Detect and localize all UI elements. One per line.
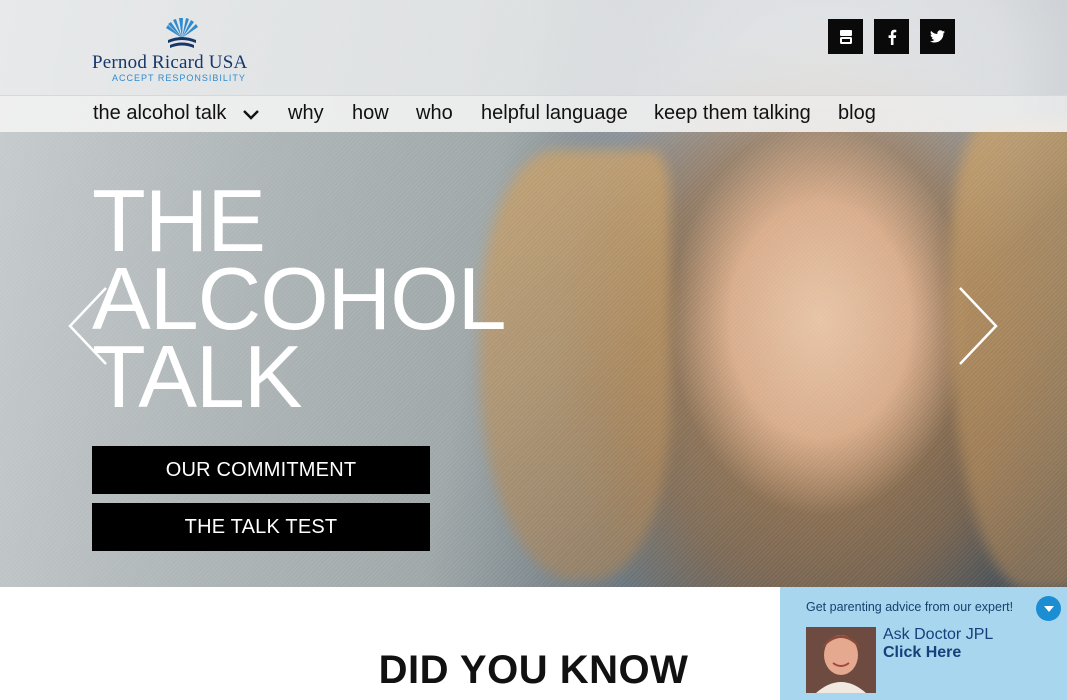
ask-expert-widget[interactable]: Get parenting advice from our expert! As… [780, 587, 1067, 700]
hero-title-line: TALK [92, 327, 303, 426]
logo-tagline: ACCEPT RESPONSIBILITY [112, 73, 246, 83]
expert-toggle-button[interactable] [1036, 596, 1061, 621]
nav-item-keep-them-talking[interactable]: keep them talking [654, 102, 811, 125]
youtube-icon [839, 29, 852, 44]
hero-photo-hair-left [480, 150, 670, 580]
twitter-icon [930, 30, 945, 43]
nav-item-how[interactable]: how [352, 102, 389, 125]
expert-tagline: Get parenting advice from our expert! [806, 600, 1014, 614]
logo-brand-name: Pernod Ricard USA [92, 52, 248, 73]
youtube-button[interactable] [828, 19, 863, 54]
our-commitment-button[interactable]: OUR COMMITMENT [92, 446, 430, 494]
twitter-button[interactable] [920, 19, 955, 54]
nav-item-the-alcohol-talk[interactable]: the alcohol talk [93, 102, 226, 125]
nav-item-who[interactable]: who [416, 102, 453, 125]
hero-title: THE ALCOHOL TALK [92, 177, 507, 426]
expert-name: Ask Doctor JPL [883, 626, 994, 643]
sunburst-logo-icon [166, 18, 198, 48]
main-nav: the alcohol talk why how who helpful lan… [0, 95, 1067, 132]
nav-item-why[interactable]: why [288, 102, 324, 125]
chevron-down-icon[interactable] [241, 108, 261, 122]
nav-item-helpful-language[interactable]: helpful language [481, 102, 628, 125]
talk-test-button[interactable]: THE TALK TEST [92, 503, 430, 551]
chevron-down-icon [1043, 605, 1054, 612]
expert-avatar [806, 627, 876, 693]
expert-click-here-link[interactable]: Click Here [883, 644, 961, 662]
nav-item-blog[interactable]: blog [838, 102, 876, 125]
chevron-right-icon[interactable] [956, 286, 1000, 366]
facebook-icon [888, 29, 896, 45]
facebook-button[interactable] [874, 19, 909, 54]
site-logo[interactable]: Pernod Ricard USA ACCEPT RESPONSIBILITY [92, 18, 272, 86]
